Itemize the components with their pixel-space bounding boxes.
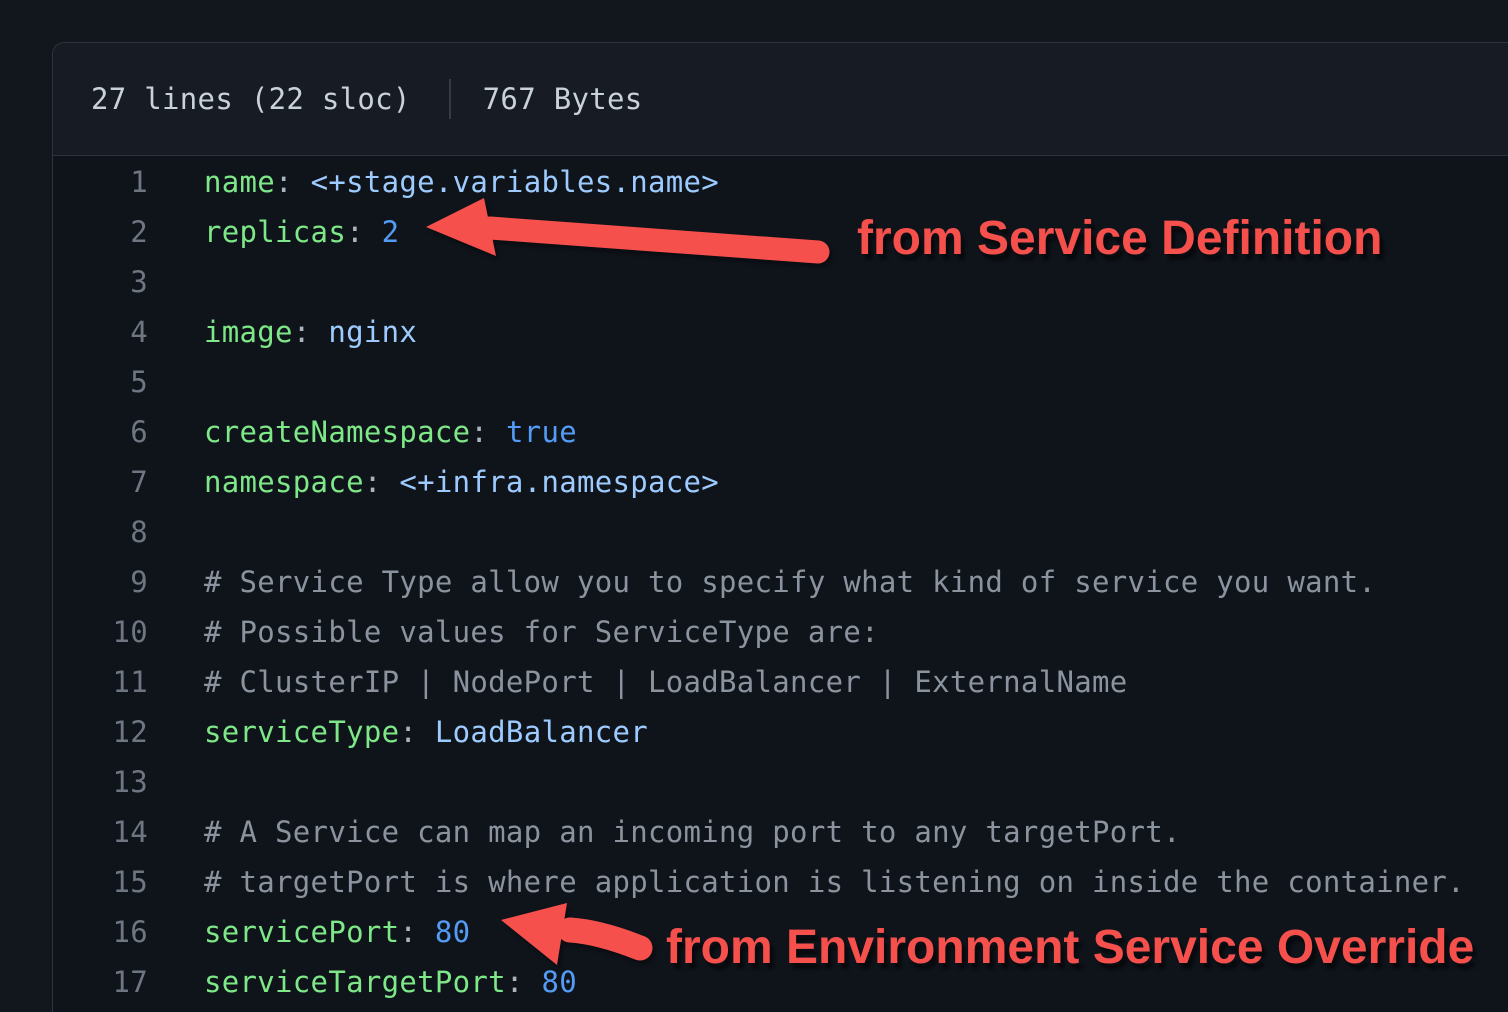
line-number[interactable]: 11 — [53, 657, 148, 707]
line-number[interactable]: 3 — [53, 257, 148, 307]
code-line: 11# ClusterIP | NodePort | LoadBalancer … — [53, 657, 1508, 707]
line-number[interactable]: 12 — [53, 707, 148, 757]
environment-override-label: from Environment Service Override — [666, 920, 1474, 976]
code-line: 6createNamespace: true — [53, 407, 1508, 457]
line-number[interactable]: 5 — [53, 357, 148, 407]
code-text — [148, 257, 204, 307]
code-line: 14# A Service can map an incoming port t… — [53, 807, 1508, 857]
code-text: # targetPort is where application is lis… — [148, 857, 1465, 907]
code-line: 13 — [53, 757, 1508, 807]
code-line: 4image: nginx — [53, 307, 1508, 357]
code-line: 7namespace: <+infra.namespace> — [53, 457, 1508, 507]
line-number[interactable]: 7 — [53, 457, 148, 507]
line-number[interactable]: 15 — [53, 857, 148, 907]
line-number[interactable]: 13 — [53, 757, 148, 807]
line-number[interactable]: 8 — [53, 507, 148, 557]
code-text: # Service Type allow you to specify what… — [148, 557, 1376, 607]
service-definition-arrow-icon — [420, 192, 832, 272]
line-number[interactable]: 10 — [53, 607, 148, 657]
code-line: 9# Service Type allow you to specify wha… — [53, 557, 1508, 607]
service-definition-label: from Service Definition — [857, 211, 1382, 267]
code-text: createNamespace: true — [148, 407, 577, 457]
code-text: image: nginx — [148, 307, 417, 357]
code-text: # A Service can map an incoming port to … — [148, 807, 1181, 857]
code-text — [148, 757, 204, 807]
code-line: 12serviceType: LoadBalancer — [53, 707, 1508, 757]
file-content-panel: 27 lines (22 sloc) 767 Bytes 1name: <+st… — [52, 42, 1508, 1012]
line-number[interactable]: 9 — [53, 557, 148, 607]
code-text: serviceType: LoadBalancer — [148, 707, 648, 757]
code-text — [148, 507, 204, 557]
line-number[interactable]: 16 — [53, 907, 148, 957]
line-number[interactable]: 6 — [53, 407, 148, 457]
line-number[interactable]: 4 — [53, 307, 148, 357]
page: 27 lines (22 sloc) 767 Bytes 1name: <+st… — [0, 0, 1508, 1012]
line-number[interactable]: 14 — [53, 807, 148, 857]
code-line: 5 — [53, 357, 1508, 407]
code-text: replicas: 2 — [148, 207, 399, 257]
code-text: servicePort: 80 — [148, 907, 470, 957]
line-number[interactable]: 1 — [53, 157, 148, 207]
file-lines-count: 27 lines (22 sloc) — [91, 82, 411, 116]
code-line: 8 — [53, 507, 1508, 557]
line-number[interactable]: 2 — [53, 207, 148, 257]
file-header: 27 lines (22 sloc) 767 Bytes — [53, 43, 1508, 156]
code-text: namespace: <+infra.namespace> — [148, 457, 719, 507]
code-lines: 1name: <+stage.variables.name>2replicas:… — [53, 156, 1508, 1007]
environment-override-arrow-icon — [488, 890, 663, 990]
line-number[interactable]: 17 — [53, 957, 148, 1007]
code-text: # ClusterIP | NodePort | LoadBalancer | … — [148, 657, 1128, 707]
code-line: 10# Possible values for ServiceType are: — [53, 607, 1508, 657]
code-line: 15# targetPort is where application is l… — [53, 857, 1508, 907]
file-size: 767 Bytes — [483, 82, 643, 116]
code-text — [148, 357, 204, 407]
header-divider — [449, 79, 451, 119]
code-text: # Possible values for ServiceType are: — [148, 607, 879, 657]
